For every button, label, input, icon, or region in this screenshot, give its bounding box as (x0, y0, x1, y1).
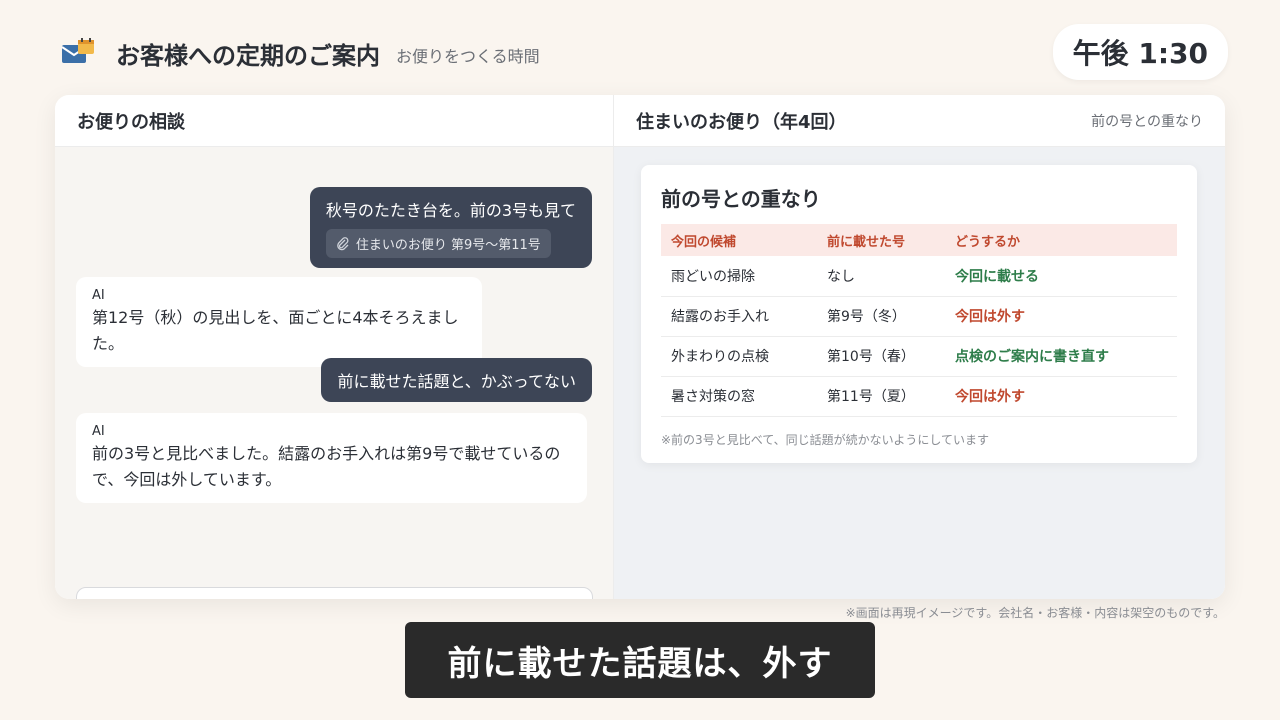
chat-pane-title: お便りの相談 (77, 111, 185, 133)
disclaimer: ※画面は再現イメージです。会社名・お客様・内容は架空のものです。 (845, 606, 1225, 620)
row-decision: 今回に載せる (945, 256, 1177, 297)
ai-message-text: 前の3号と見比べました。結露のお手入れは第9号で載せているので、今回は外していま… (92, 444, 561, 489)
table-header-row: 今回の候補 前に載せた号 どうするか (661, 224, 1177, 256)
chat-pane: お便りの相談 秋号のたたき台を。前の3号も見て 住まいのお便り 第9号〜第11号… (55, 95, 614, 599)
ai-label: AI (92, 288, 105, 303)
clock-display: 午後 1:30 (1052, 24, 1228, 80)
attachment-chip[interactable]: 住まいのお便り 第9号〜第11号 (325, 229, 551, 258)
overlap-card: 前の号との重なり 今回の候補 前に載せた号 どうするか 雨どいの掃除 なし 今回… (641, 165, 1197, 463)
main-card: お便りの相談 秋号のたたき台を。前の3号も見て 住まいのお便り 第9号〜第11号… (55, 95, 1225, 599)
row-issue: 第9号（冬） (817, 296, 945, 337)
attachment-label: 住まいのお便り 第9号〜第11号 (355, 238, 541, 253)
row-decision: 今回は外す (945, 296, 1177, 337)
row-issue: 第11号（夏） (817, 376, 945, 417)
table-row: 結露のお手入れ 第9号（冬） 今回は外す (661, 296, 1177, 337)
overlap-table: 今回の候補 前に載せた号 どうするか 雨どいの掃除 なし 今回に載せる 結露のお… (661, 224, 1177, 417)
newsletter-pane-title: 住まいのお便り（年4回） (636, 111, 847, 133)
ai-message: AI 第12号（秋）の見出しを、面ごとに4本そろえました。 (76, 277, 482, 367)
user-message-text: 秋号のたたき台を。前の3号も見て (325, 201, 576, 220)
user-message: 前に載せた話題と、かぶってない (321, 358, 592, 402)
app-header: お客様への定期のご案内 お便りをつくる時間 午後 1:30 (60, 24, 1228, 80)
user-message: 秋号のたたき台を。前の3号も見て 住まいのお便り 第9号〜第11号 (309, 187, 592, 268)
row-candidate: 外まわりの点検 (661, 336, 817, 377)
row-issue: なし (817, 256, 945, 297)
table-note: ※前の3号と見比べて、同じ話題が続かないようにしています (661, 432, 990, 447)
table-row: 外まわりの点検 第10号（春） 点検のご案内に書き直す (661, 336, 1177, 377)
chat-pane-header: お便りの相談 (55, 95, 613, 147)
page-subtitle: お便りをつくる時間 (396, 47, 540, 66)
ai-label: AI (92, 424, 105, 439)
column-header-decision: どうするか (945, 224, 1177, 256)
row-issue: 第10号（春） (817, 336, 945, 377)
newsletter-pane-header: 住まいのお便り（年4回） 前の号との重なり (614, 95, 1225, 147)
subtitle-caption: 前に載せた話題は、外す (405, 622, 875, 698)
paperclip-icon (336, 236, 350, 251)
column-header-issue: 前に載せた号 (817, 224, 945, 256)
row-candidate: 雨どいの掃除 (661, 256, 817, 297)
row-decision: 点検のご案内に書き直す (945, 336, 1177, 377)
overlap-tab-link[interactable]: 前の号との重なり (1091, 111, 1203, 131)
table-row: 雨どいの掃除 なし 今回に載せる (661, 256, 1177, 297)
row-decision: 今回は外す (945, 376, 1177, 417)
newsletter-calendar-icon (60, 37, 96, 69)
newsletter-pane: 住まいのお便り（年4回） 前の号との重なり 前の号との重なり 今回の候補 前に載… (614, 95, 1225, 599)
table-row: 暑さ対策の窓 第11号（夏） 今回は外す (661, 376, 1177, 417)
chat-log: 秋号のたたき台を。前の3号も見て 住まいのお便り 第9号〜第11号 AI 第12… (55, 147, 613, 599)
row-candidate: 暑さ対策の窓 (661, 376, 817, 417)
ai-message: AI 前の3号と見比べました。結露のお手入れは第9号で載せているので、今回は外し… (76, 413, 587, 503)
chat-input[interactable] (76, 587, 593, 599)
page-title: お客様への定期のご案内 (116, 41, 380, 70)
overlap-card-title: 前の号との重なり (661, 187, 821, 211)
column-header-candidate: 今回の候補 (661, 224, 817, 256)
row-candidate: 結露のお手入れ (661, 296, 817, 337)
user-message-text: 前に載せた話題と、かぶってない (337, 372, 576, 391)
ai-message-text: 第12号（秋）の見出しを、面ごとに4本そろえました。 (92, 308, 459, 353)
